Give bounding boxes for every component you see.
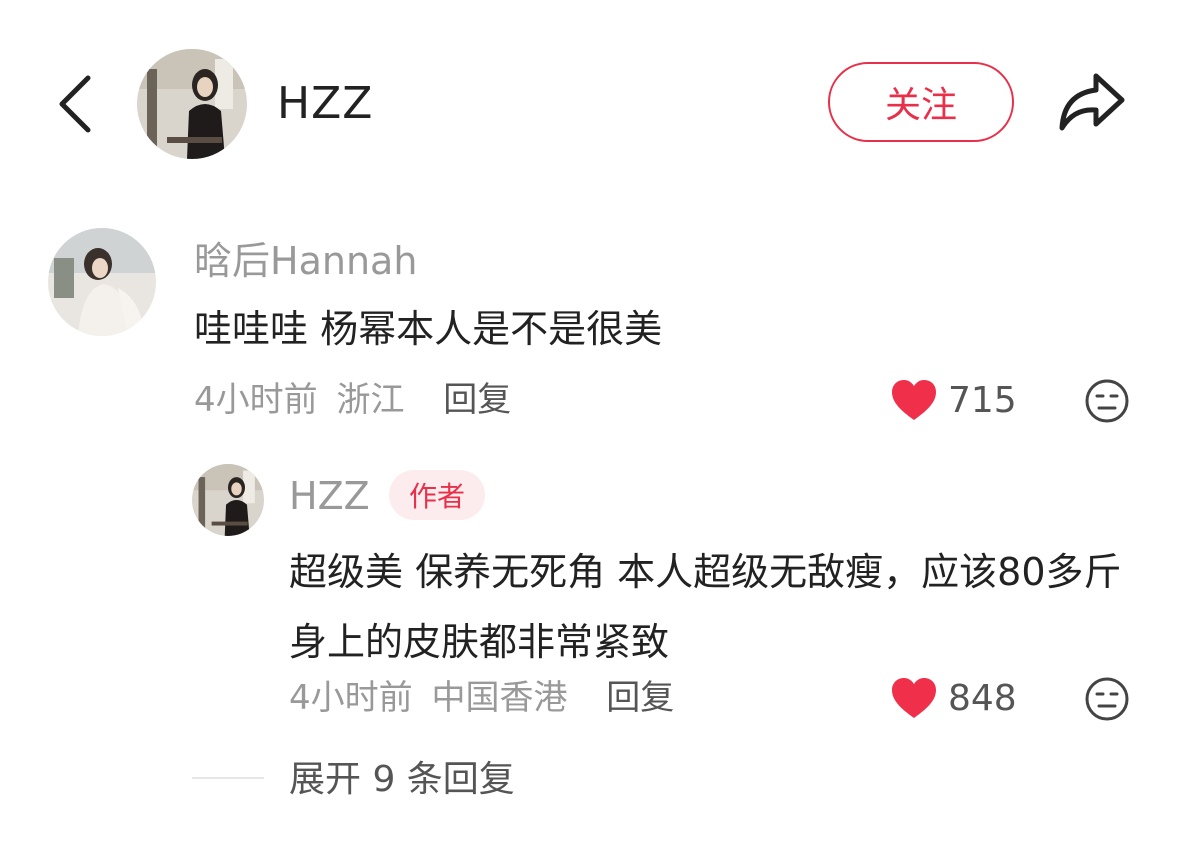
comment-text: 哇哇哇 杨幂本人是不是很美 (194, 307, 663, 351)
follow-button[interactable]: 关注 (828, 62, 1014, 142)
expand-divider (192, 777, 264, 779)
reply-reply-button[interactable]: 回复 (606, 678, 674, 718)
reply-author-name[interactable]: HZZ (289, 472, 370, 520)
share-button[interactable] (1056, 70, 1128, 134)
heart-icon (892, 678, 936, 718)
commenter-name[interactable]: 晗后Hannah (194, 236, 417, 286)
emoji-face-icon (1085, 677, 1129, 721)
emoji-face-icon (1085, 379, 1129, 423)
reply-text: 超级美 保养无死角 本人超级无敌瘦，应该80多斤 身上的皮肤都非常紧致 (289, 550, 1122, 664)
commenter-avatar[interactable] (48, 228, 156, 336)
reply-meta: 4小时前 中国香港 回复 (289, 676, 674, 720)
author-name[interactable]: HZZ (277, 78, 373, 130)
comment-meta: 4小时前 浙江 回复 (194, 378, 511, 422)
back-arrow-icon (59, 75, 91, 133)
reply-location: 中国香港 (431, 678, 568, 718)
comment-location: 浙江 (336, 380, 405, 420)
share-icon (1059, 73, 1125, 131)
comment-like-button[interactable]: 715 (890, 378, 1017, 422)
reply-emoji-button[interactable] (1084, 676, 1130, 726)
reply-like-count: 848 (948, 677, 1017, 719)
reply-like-button[interactable]: 848 (890, 676, 1017, 720)
author-badge: 作者 (389, 470, 485, 520)
heart-icon (892, 380, 936, 420)
comment-emoji-button[interactable] (1084, 378, 1130, 428)
expand-replies-button[interactable]: 展开 9 条回复 (289, 756, 515, 804)
reply-author-avatar[interactable] (192, 464, 264, 536)
back-button[interactable] (52, 72, 96, 136)
reply-time: 4小时前 (289, 678, 413, 718)
comment-time: 4小时前 (194, 380, 318, 420)
comment-reply-button[interactable]: 回复 (443, 380, 511, 420)
author-avatar[interactable] (137, 49, 247, 159)
comment-like-count: 715 (948, 379, 1017, 421)
